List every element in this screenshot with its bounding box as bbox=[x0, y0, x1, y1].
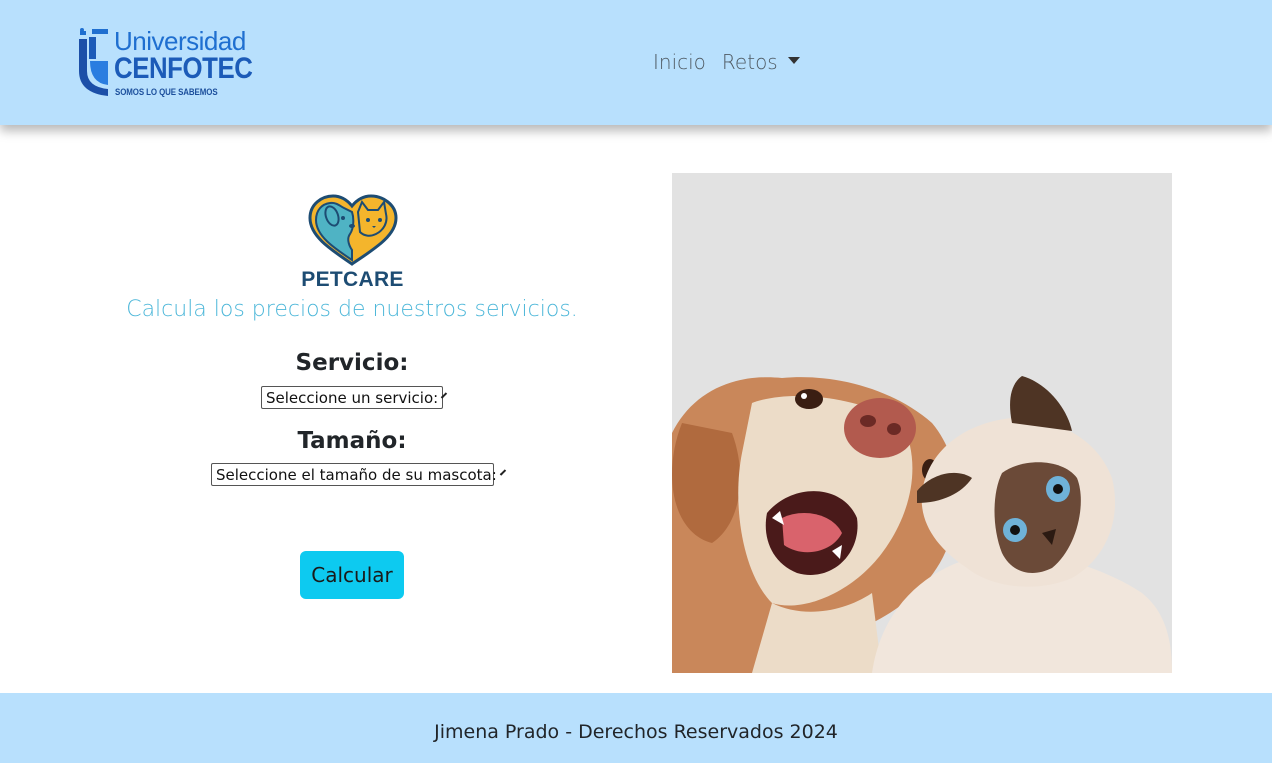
nav-inicio[interactable]: Inicio bbox=[653, 50, 706, 74]
navbar: Universidad CENFOTEC SOMOS LO QUE SABEMO… bbox=[0, 0, 1272, 125]
chevron-down-icon bbox=[440, 392, 448, 399]
footer-copyright: Jimena Prado - Derechos Reservados 2024 bbox=[434, 721, 838, 743]
footer: Jimena Prado - Derechos Reservados 2024 bbox=[0, 693, 1272, 763]
cenfotec-logo-icon bbox=[79, 28, 108, 96]
service-select[interactable]: Seleccione un servicio: bbox=[261, 386, 448, 409]
calculate-button[interactable]: Calcular bbox=[300, 551, 404, 599]
cenfotec-logo[interactable]: Universidad CENFOTEC SOMOS LO QUE SABEMO… bbox=[78, 27, 253, 99]
chevron-down-icon bbox=[499, 469, 506, 476]
nav-retos-label: Retos bbox=[721, 50, 778, 74]
logo-tagline: SOMOS LO QUE SABEMOS bbox=[115, 87, 218, 97]
petcare-brand-text: PETCARE bbox=[301, 268, 404, 291]
logo-cenfotec-text: CENFOTEC bbox=[114, 52, 253, 85]
petcare-logo: PETCARE bbox=[300, 194, 405, 294]
service-label: Servicio: bbox=[295, 350, 409, 376]
logo-universidad-text: Universidad bbox=[114, 26, 246, 56]
size-select-value: Seleccione el tamaño de su mascota: bbox=[216, 465, 497, 484]
nav-retos-dropdown[interactable]: Retos bbox=[722, 50, 800, 74]
size-label: Tamaño: bbox=[297, 428, 407, 454]
page-subtitle: Calcula los precios de nuestros servicio… bbox=[126, 297, 578, 322]
service-select-value: Seleccione un servicio: bbox=[266, 388, 439, 407]
dog-and-cat-photo bbox=[672, 173, 1172, 673]
heart-dog-cat-icon bbox=[308, 194, 398, 266]
main-nav: Inicio Retos bbox=[653, 50, 800, 74]
size-select[interactable]: Seleccione el tamaño de su mascota: bbox=[211, 463, 506, 486]
caret-down-icon bbox=[787, 57, 800, 64]
